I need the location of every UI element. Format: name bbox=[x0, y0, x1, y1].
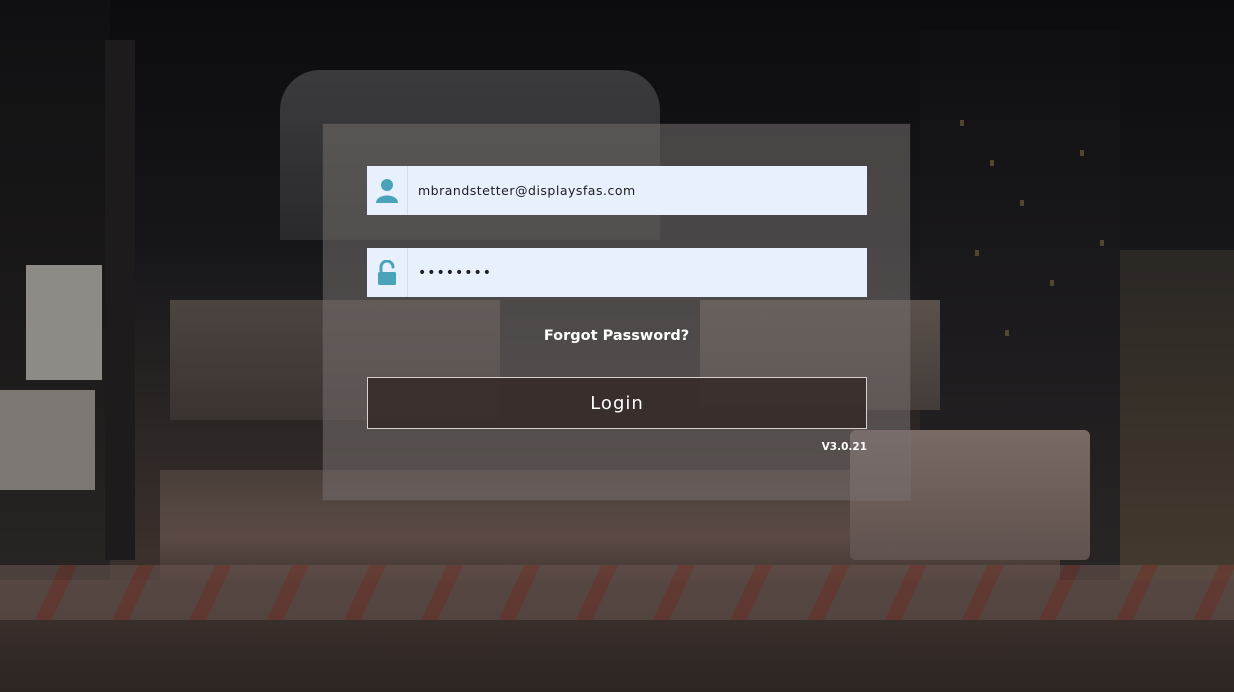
password-input[interactable] bbox=[408, 248, 867, 297]
password-field[interactable] bbox=[367, 248, 867, 297]
unlocked-padlock-icon bbox=[367, 248, 408, 297]
login-button[interactable]: Login bbox=[367, 377, 867, 429]
forgot-password-link[interactable]: Forgot Password? bbox=[323, 328, 910, 344]
username-field[interactable] bbox=[367, 166, 867, 215]
login-panel: Forgot Password? Login V3.0.21 bbox=[323, 124, 910, 500]
version-label: V3.0.21 bbox=[821, 441, 867, 453]
user-icon bbox=[367, 166, 408, 215]
username-input[interactable] bbox=[408, 166, 867, 215]
